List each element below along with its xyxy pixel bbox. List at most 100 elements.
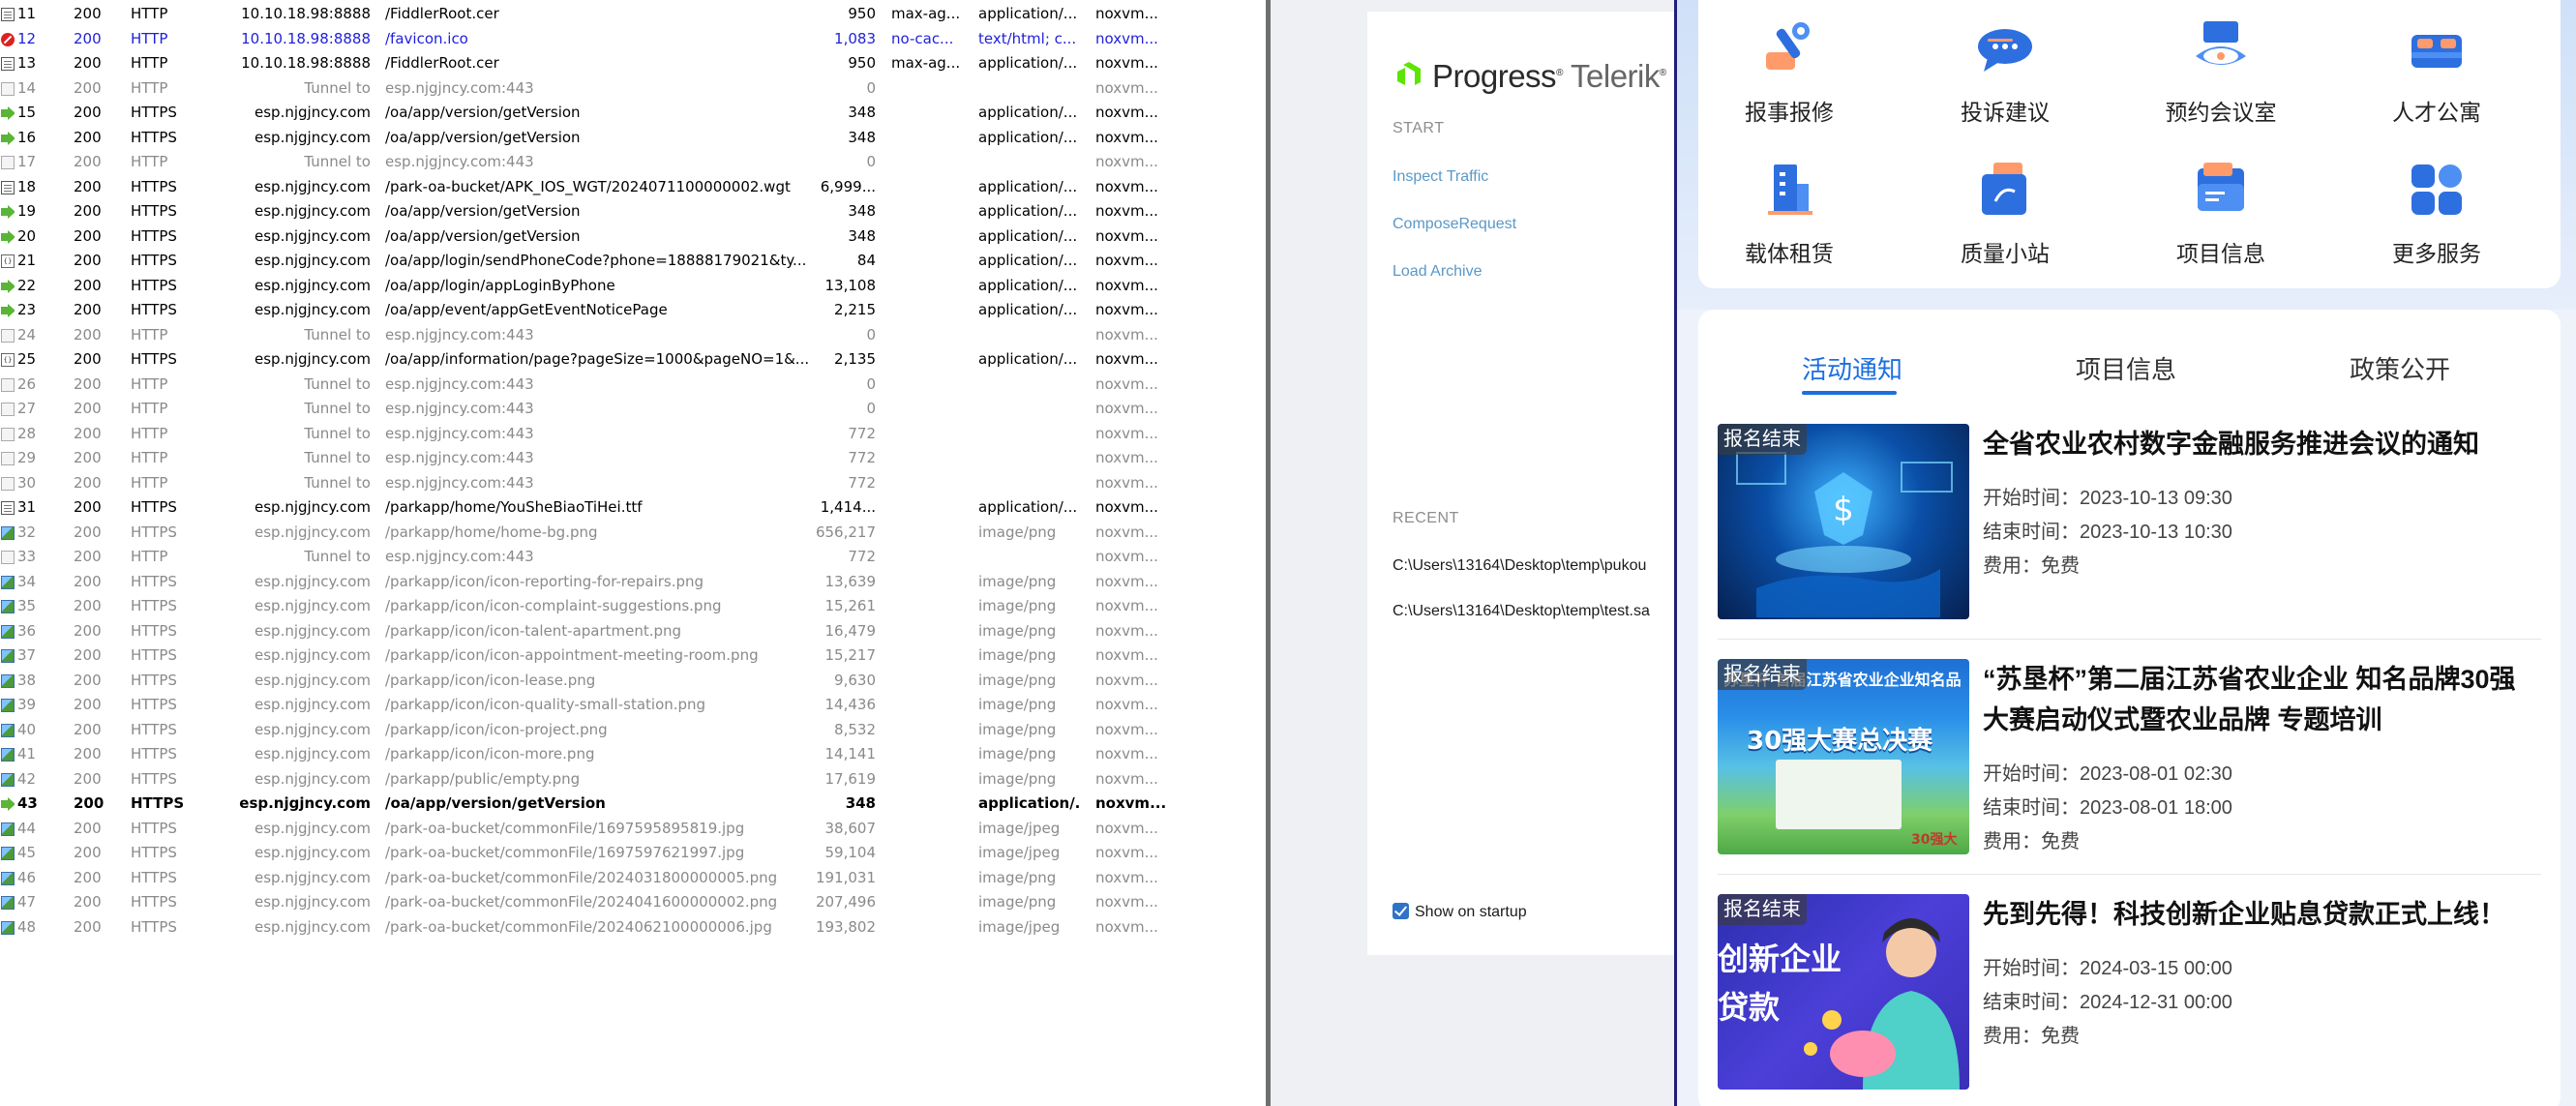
session-row[interactable]: 22 200 HTTPS esp.njgjncy.com/oa/app/login/a… [0,274,1266,299]
service-report-repair[interactable]: 报事报修 [1712,0,1867,126]
session-row[interactable]: 41 200 HTTPS esp.njgjncy.com/parkapp/icon/i… [0,742,1266,767]
load-archive-link[interactable]: Load Archive [1393,263,1483,281]
session-number: 30 [17,473,37,492]
session-url: /parkapp/icon/icon-quality-small-station… [385,696,706,713]
session-host: Tunnel to [304,449,371,466]
session-host: Tunnel to [304,548,371,565]
service-complaint[interactable]: 投诉建议 [1928,0,2082,126]
show-on-startup-label: Show on startup [1415,904,1527,920]
session-row[interactable]: 31 200 HTTPS esp.njgjncy.com/parkapp/home/Y… [0,495,1266,521]
service-lease[interactable]: 载体租赁 [1712,141,1867,267]
session-row[interactable]: 11 200 HTTP 10.10.18.98:8888/FiddlerRoot.ce… [0,2,1266,27]
news-fee: 费用：免费 [1983,831,2080,852]
session-protocol: HTTPS [131,671,177,689]
service-label: 载体租赁 [1745,241,1834,266]
session-row[interactable]: 38 200 HTTPS esp.njgjncy.com/parkapp/icon/i… [0,669,1266,694]
service-talent-apartment[interactable]: 人才公寓 [2359,0,2514,126]
session-host: esp.njgjncy.com [255,621,371,640]
session-row[interactable]: 39 200 HTTPS esp.njgjncy.com/parkapp/icon/i… [0,693,1266,718]
tab-policy[interactable]: 政策公开 [2350,350,2450,386]
session-row[interactable]: 30 200 HTTP Tunnel to esp.njgjncy.com:443 772… [0,471,1266,496]
image-icon [1,772,15,787]
service-more[interactable]: 更多服务 [2359,141,2514,267]
session-row[interactable]: 37 200 HTTPS esp.njgjncy.com/parkapp/icon/i… [0,643,1266,669]
sessions-list[interactable]: 11 200 HTTP 10.10.18.98:8888/FiddlerRoot.ce… [0,0,1266,1106]
session-number: 11 [17,5,37,22]
session-body-size: 772 [848,473,876,492]
session-row[interactable]: 45 200 HTTPS esp.njgjncy.com/park-oa-bucket… [0,841,1266,866]
session-row[interactable]: 13 200 HTTP 10.10.18.98:8888/FiddlerRoot.ce… [0,51,1266,76]
session-row[interactable]: 29 200 HTTP Tunnel to esp.njgjncy.com:443 772… [0,446,1266,471]
recent-item[interactable]: C:\Users\13164\Desktop\temp\pukou [1393,557,1646,575]
compose-request-link[interactable]: ComposeRequest [1393,216,1516,233]
service-meeting-room[interactable]: 预约会议室 [2143,0,2298,126]
service-project-info[interactable]: 项目信息 [2143,141,2298,267]
session-protocol: HTTPS [131,350,177,368]
session-row[interactable]: 32 200 HTTPS esp.njgjncy.com/parkapp/home/h… [0,521,1266,546]
session-host: esp.njgjncy.com [255,893,371,911]
news-title[interactable]: 全省农业农村数字金融服务推进会议的通知 [1983,424,2541,464]
session-body-size: 1,414... [820,498,876,516]
session-host: esp.njgjncy.com [255,350,371,368]
tab-project-info[interactable]: 项目信息 [2076,350,2176,386]
session-url: esp.njgjncy.com:443 [385,400,534,417]
inspect-traffic-link[interactable]: Inspect Traffic [1393,168,1488,186]
session-row[interactable]: 47 200 HTTPS esp.njgjncy.com/park-oa-bucket… [0,890,1266,915]
checkbox-checked-icon[interactable] [1393,903,1409,919]
session-result: 200 [74,794,105,812]
session-host: esp.njgjncy.com [255,671,371,689]
recent-item[interactable]: C:\Users\13164\Desktop\temp\test.sa [1393,603,1650,620]
session-number: 41 [17,745,37,762]
session-row[interactable]: 33 200 HTTP Tunnel to esp.njgjncy.com:443 772… [0,545,1266,570]
session-protocol: HTTP [131,325,168,344]
session-row[interactable]: {} 21 200 HTTPS esp.njgjncy.com/oa/app/login… [0,249,1266,274]
session-process: noxvm... [1095,621,1158,640]
session-number: 26 [17,374,37,393]
session-result: 200 [74,548,102,565]
session-row[interactable]: 19 200 HTTPS esp.njgjncy.com/oa/app/version… [0,199,1266,224]
session-row[interactable]: 36 200 HTTPS esp.njgjncy.com/parkapp/icon/i… [0,619,1266,644]
session-row[interactable]: 18 200 HTTPS esp.njgjncy.com/park-oa-bucket… [0,175,1266,200]
session-row[interactable]: 14 200 HTTP Tunnel to esp.njgjncy.com:443 0 no… [0,76,1266,102]
service-label: 项目信息 [2176,241,2265,266]
show-on-startup-checkbox[interactable]: Show on startup [1393,903,1527,921]
bed-icon [2411,35,2462,68]
session-result: 200 [74,177,102,195]
session-row[interactable]: 12 200 HTTP 10.10.18.98:8888/favicon.ico 1,0… [0,27,1266,52]
session-row[interactable]: 15 200 HTTPS esp.njgjncy.com/oa/app/version… [0,101,1266,126]
session-row[interactable]: 16 200 HTTPS esp.njgjncy.com/oa/app/version… [0,126,1266,151]
news-start-time: 开始时间：2024-03-15 00:00 [1983,958,2232,979]
session-process: noxvm... [1095,917,1158,936]
service-quality-station[interactable]: 质量小站 [1928,141,2082,267]
session-url: /oa/app/login/sendPhoneCode?phone=188881… [385,252,807,269]
session-row[interactable]: 43 200 HTTPS esp.njgjncy.com/oa/app/version… [0,792,1266,817]
session-row[interactable]: 26 200 HTTP Tunnel to esp.njgjncy.com:443 0 no… [0,373,1266,398]
news-card[interactable]: 苏垦杯 首届江苏省农业企业知名品 30强大赛总决赛 30强大 报名结束 “苏垦杯… [1718,659,2541,854]
session-row[interactable]: 24 200 HTTP Tunnel to esp.njgjncy.com:443 0 no… [0,323,1266,348]
tab-activity-notice[interactable]: 活动通知 [1802,350,1902,386]
session-row[interactable]: 28 200 HTTP Tunnel to esp.njgjncy.com:443 772… [0,422,1266,447]
session-url: /parkapp/icon/icon-talent-apartment.png [385,621,682,640]
session-row[interactable]: 40 200 HTTPS esp.njgjncy.com/parkapp/icon/i… [0,718,1266,743]
session-row[interactable]: 27 200 HTTP Tunnel to esp.njgjncy.com:443 0 no… [0,397,1266,422]
session-result: 200 [74,893,102,911]
news-card[interactable]: $ 报名结束 全省农业农村数字金融服务推进会议的通知 开始时间：2023-10-… [1718,424,2541,619]
session-row[interactable]: 48 200 HTTPS esp.njgjncy.com/park-oa-bucket… [0,915,1266,941]
session-row[interactable]: 20 200 HTTPS esp.njgjncy.com/oa/app/version… [0,224,1266,250]
session-row[interactable]: 34 200 HTTPS esp.njgjncy.com/parkapp/icon/i… [0,570,1266,595]
session-row[interactable]: 46 200 HTTPS esp.njgjncy.com/park-oa-bucket… [0,866,1266,891]
session-row[interactable]: 44 200 HTTPS esp.njgjncy.com/park-oa-bucket… [0,817,1266,842]
session-row[interactable]: 17 200 HTTP Tunnel to esp.njgjncy.com:443 0 no… [0,150,1266,175]
session-content-type: image/jpeg [978,917,1061,936]
session-host: esp.njgjncy.com [255,745,371,762]
news-title[interactable]: 先到先得！科技创新企业贴息贷款正式上线！ [1983,894,2541,935]
session-row[interactable]: 42 200 HTTPS esp.njgjncy.com/parkapp/public… [0,767,1266,792]
session-protocol: HTTPS [131,202,177,220]
news-title[interactable]: “苏垦杯”第二届江苏省农业企业 知名品牌30强大赛启动仪式暨农业品牌 专题培训 [1983,659,2541,740]
session-row[interactable]: 35 200 HTTPS esp.njgjncy.com/parkapp/icon/i… [0,594,1266,619]
session-result: 200 [74,374,102,393]
session-row[interactable]: 23 200 HTTPS esp.njgjncy.com/oa/app/event/a… [0,298,1266,323]
news-card[interactable]: 创新企业 贷款 报名结束 先到先得！科技创新企业贴息贷款正式上线！ 开始时间：2… [1718,894,2541,1090]
json-arrow-icon [1,279,15,293]
session-row[interactable]: {} 25 200 HTTPS esp.njgjncy.com/oa/app/infor… [0,347,1266,373]
